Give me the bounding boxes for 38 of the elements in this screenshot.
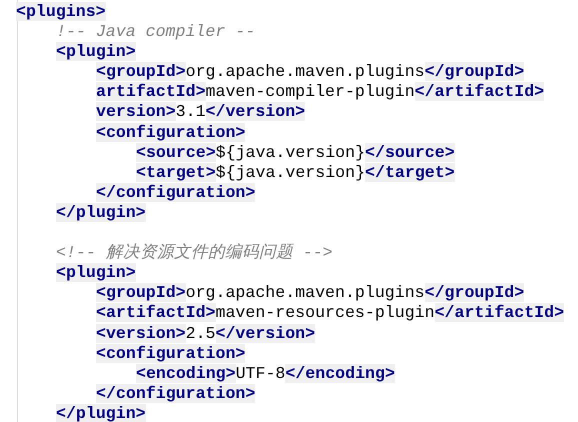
xml-tag: </artifactId> <box>414 82 544 102</box>
xml-tag: <source> <box>136 142 216 162</box>
code-comment: <!-- 解决资源文件的编码问题 --> <box>56 243 333 262</box>
xml-tag: </groupId> <box>424 283 524 302</box>
xml-tag: <groupId> <box>96 62 186 82</box>
xml-tag: </target> <box>365 162 455 182</box>
xml-tag: </plugin> <box>56 202 146 222</box>
xml-tag: <artifactId> <box>96 303 216 322</box>
xml-tag: <groupId> <box>96 283 186 302</box>
xml-value: org.apache.maven.plugins <box>186 283 425 302</box>
xml-tag: </version> <box>206 102 306 122</box>
xml-tag: </plugin> <box>56 404 146 422</box>
code-comment: !-- Java compiler -- <box>56 22 256 42</box>
xml-tag: <plugin> <box>56 42 136 62</box>
xml-tag: <configuration> <box>96 344 246 363</box>
xml-value: org.apache.maven.plugins <box>186 62 425 82</box>
xml-tag: <encoding> <box>136 364 236 383</box>
xml-value: ${java.version} <box>216 142 366 162</box>
xml-tag: <plugins> <box>16 2 106 21</box>
xml-tag: </configuration> <box>96 384 256 403</box>
xml-value: ${java.version} <box>216 162 366 182</box>
xml-tag: <plugin> <box>56 263 136 282</box>
xml-value: maven-compiler-plugin <box>206 82 415 102</box>
xml-tag: </configuration> <box>96 182 256 202</box>
xml-tag: </encoding> <box>285 364 395 383</box>
xml-tag: version> <box>96 102 176 122</box>
xml-value: UTF-8 <box>236 364 286 383</box>
xml-tag: </source> <box>365 142 455 162</box>
xml-tag: <version> <box>96 324 186 342</box>
xml-tag: <target> <box>136 162 216 182</box>
xml-tag: artifactId> <box>96 82 206 102</box>
xml-value: maven-resources-plugin <box>216 303 435 322</box>
xml-tag: <configuration> <box>96 122 246 142</box>
xml-tag: </groupId> <box>424 62 524 82</box>
xml-value: 2.5 <box>186 324 216 342</box>
xml-tag: </version> <box>216 324 316 342</box>
xml-tag: </artifactId> <box>434 303 564 322</box>
xml-value: 3.1 <box>176 102 206 122</box>
